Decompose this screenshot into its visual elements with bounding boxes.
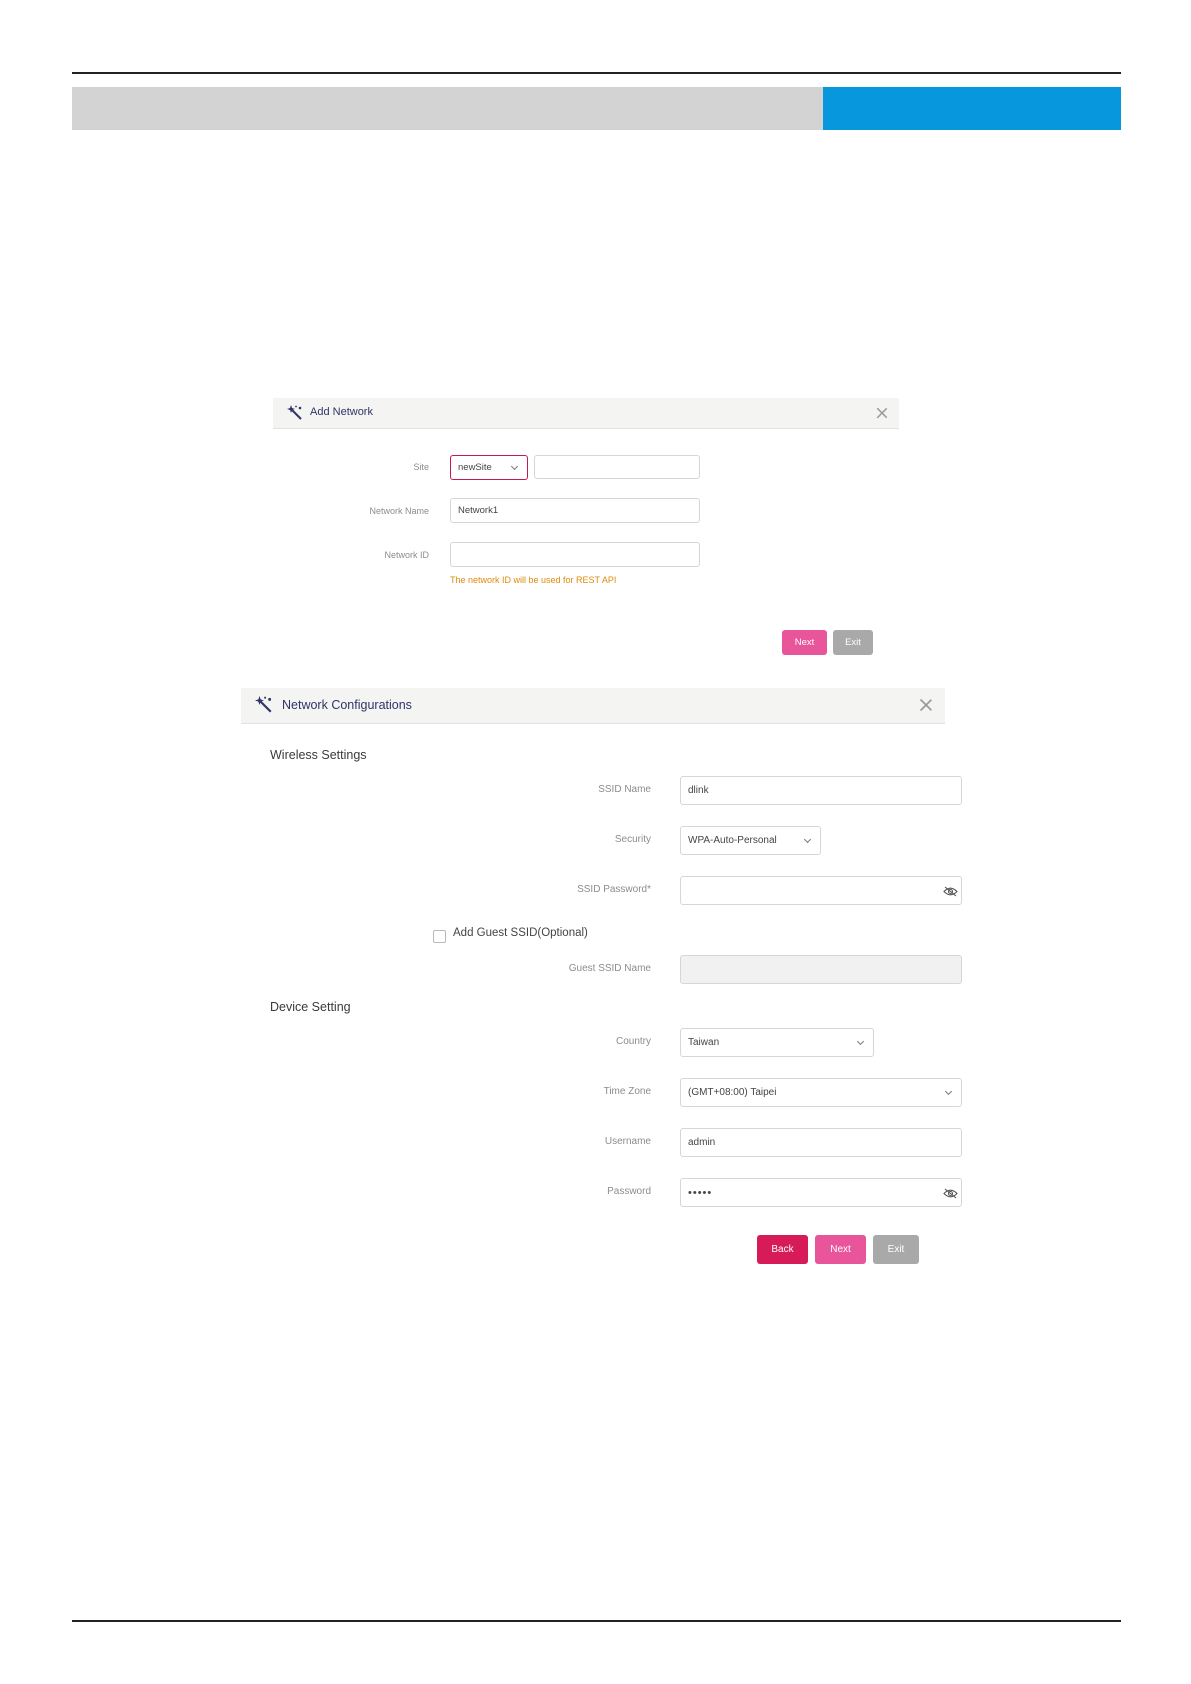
network-id-label: Network ID <box>384 550 429 560</box>
site-select-value: newSite <box>458 462 492 473</box>
site-label: Site <box>413 462 429 472</box>
ssid-name-label: SSID Name <box>598 784 651 795</box>
device-setting-heading: Device Setting <box>270 1000 351 1014</box>
next-button[interactable]: Next <box>815 1235 866 1264</box>
username-value: admin <box>688 1137 716 1148</box>
ssid-name-value: dlink <box>688 785 709 796</box>
time-zone-select[interactable]: (GMT+08:00) Taipei <box>680 1078 962 1107</box>
password-value: ••••• <box>688 1186 713 1199</box>
time-zone-value: (GMT+08:00) Taipei <box>688 1087 777 1098</box>
time-zone-label: Time Zone <box>603 1086 651 1097</box>
back-button[interactable]: Back <box>757 1235 808 1264</box>
exit-button[interactable]: Exit <box>833 630 873 655</box>
chevron-down-icon <box>856 1037 865 1046</box>
top-rule <box>72 72 1121 74</box>
dialog-header: Network Configurations <box>241 688 945 724</box>
country-value: Taiwan <box>688 1037 720 1048</box>
username-label: Username <box>604 1136 651 1147</box>
guest-ssid-checkbox[interactable] <box>433 930 446 943</box>
network-name-label: Network Name <box>369 506 429 516</box>
next-button[interactable]: Next <box>782 630 827 655</box>
wireless-settings-heading: Wireless Settings <box>270 748 367 762</box>
add-network-dialog: Add Network Site newSite Network Name Ne… <box>273 398 899 660</box>
header-gray-band <box>72 87 823 130</box>
security-label: Security <box>614 834 651 845</box>
close-icon[interactable] <box>919 698 933 712</box>
password-label: Password <box>607 1186 651 1197</box>
guest-ssid-checkbox-label: Add Guest SSID(Optional) <box>453 927 588 939</box>
dialog-title: Add Network <box>310 406 373 418</box>
guest-ssid-name-label: Guest SSID Name <box>568 963 651 974</box>
network-name-input[interactable]: Network1 <box>450 498 700 523</box>
header-blue-band <box>823 87 1121 130</box>
ssid-password-label: SSID Password* <box>577 884 651 895</box>
magic-wand-icon <box>287 405 302 420</box>
chevron-down-icon <box>944 1087 953 1096</box>
close-icon[interactable] <box>876 407 888 419</box>
username-input[interactable]: admin <box>680 1128 962 1157</box>
network-id-input[interactable] <box>450 542 700 567</box>
magic-wand-icon <box>255 696 272 713</box>
network-name-value: Network1 <box>458 505 499 516</box>
chevron-down-icon <box>510 462 519 471</box>
eye-off-icon[interactable] <box>943 886 958 897</box>
site-select[interactable]: newSite <box>450 455 528 480</box>
network-config-dialog: Network Configurations Wireless Settings… <box>241 688 962 1268</box>
country-label: Country <box>615 1036 651 1047</box>
exit-button[interactable]: Exit <box>873 1235 919 1264</box>
security-value: WPA-Auto-Personal <box>688 835 777 846</box>
guest-ssid-name-input[interactable] <box>680 955 962 984</box>
network-id-hint: The network ID will be used for REST API <box>450 575 617 585</box>
security-select[interactable]: WPA-Auto-Personal <box>680 826 821 855</box>
country-select[interactable]: Taiwan <box>680 1028 874 1057</box>
bottom-rule <box>72 1620 1121 1622</box>
site-name-input[interactable] <box>534 455 700 479</box>
dialog-title: Network Configurations <box>282 698 412 712</box>
ssid-password-input[interactable] <box>680 876 962 905</box>
password-input[interactable]: ••••• <box>680 1178 962 1207</box>
ssid-name-input[interactable]: dlink <box>680 776 962 805</box>
header-bar <box>72 87 1121 130</box>
dialog-header: Add Network <box>273 398 899 429</box>
eye-off-icon[interactable] <box>943 1188 958 1199</box>
chevron-down-icon <box>803 835 812 844</box>
